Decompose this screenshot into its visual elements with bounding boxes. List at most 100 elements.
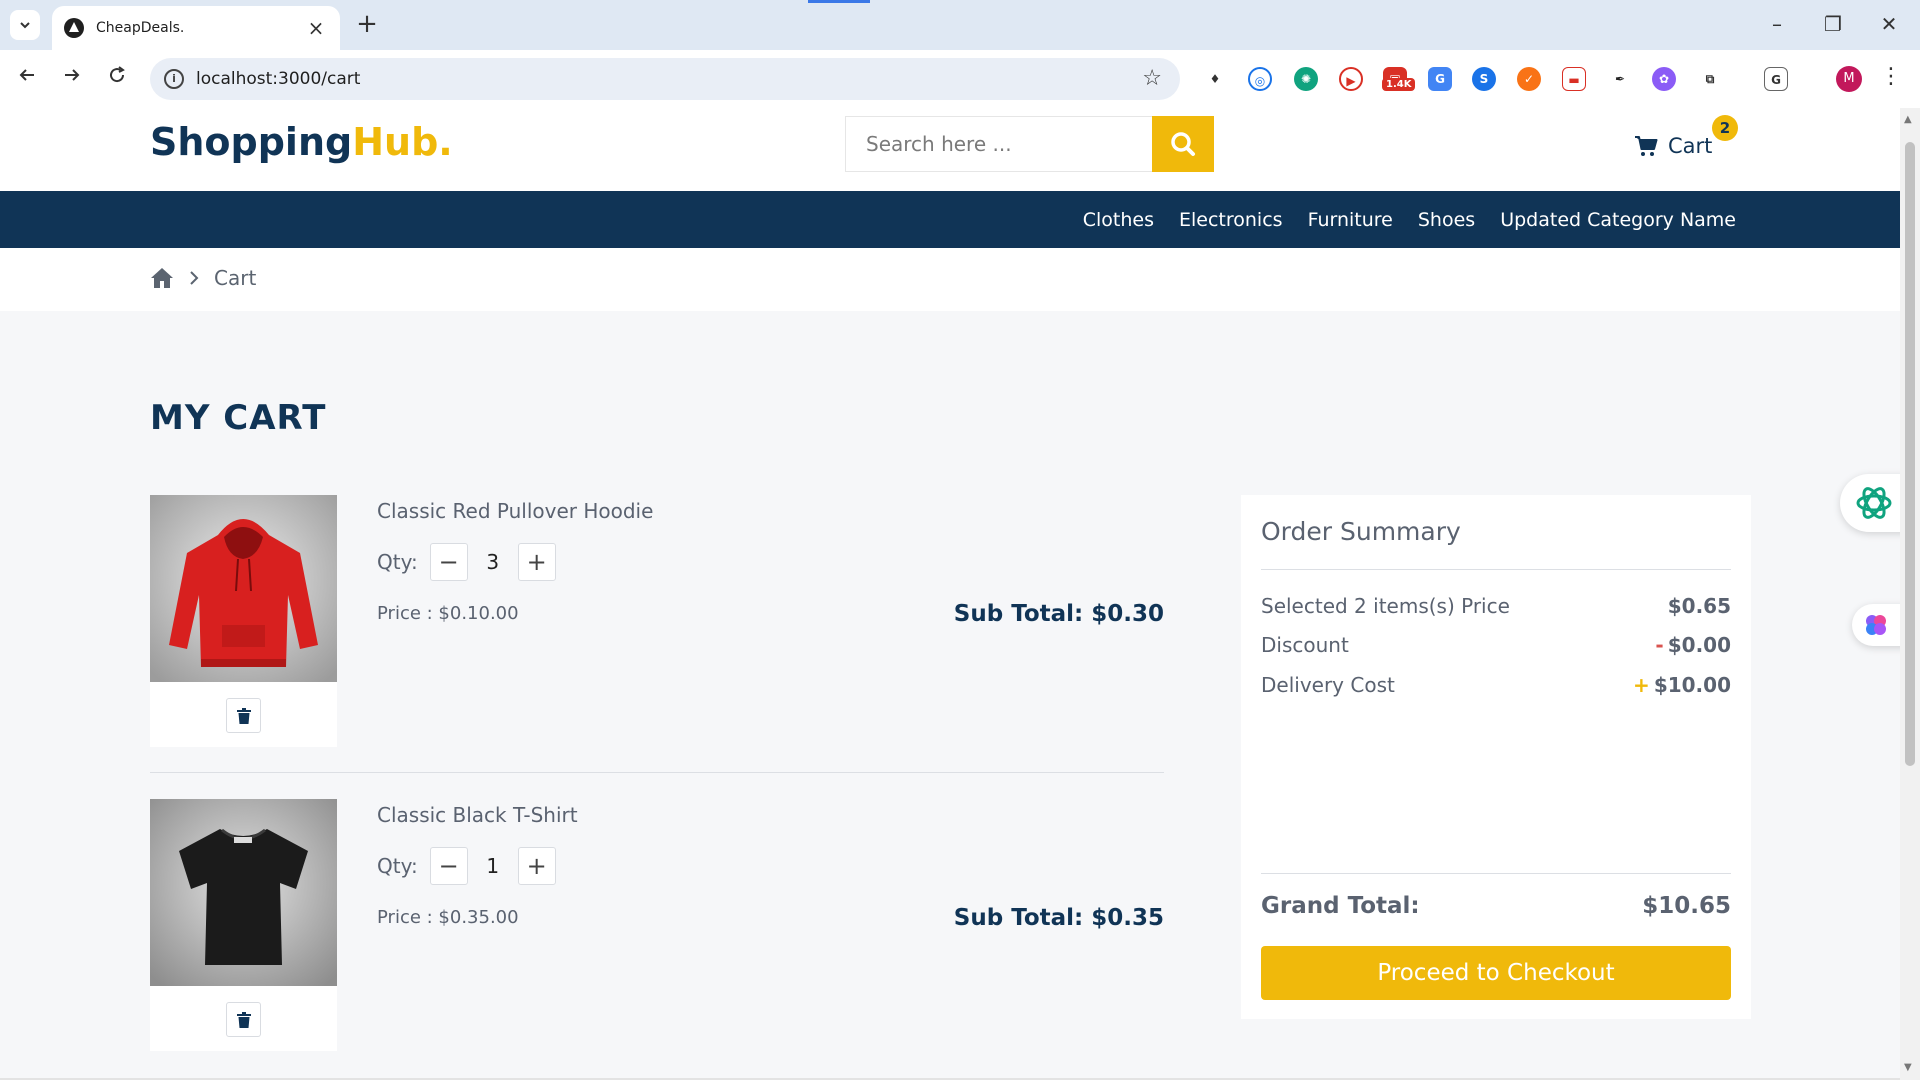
cart-item: Classic Red Pullover Hoodie Qty: − 3 + P… (150, 495, 1164, 749)
extension-record-icon[interactable]: ▶ (1339, 67, 1363, 91)
unit-price: Price : $0.35.00 (377, 907, 519, 928)
assistant-widget[interactable] (1840, 474, 1900, 532)
grand-total-value: $10.65 (1642, 893, 1731, 919)
delivery-sign: + (1633, 673, 1650, 697)
summary-row-delivery: Delivery Cost + $10.00 (1261, 673, 1731, 697)
minimize-button[interactable]: – (1754, 6, 1800, 42)
site-logo[interactable]: ShoppingHub. (150, 120, 453, 164)
extensions-puzzle-icon[interactable]: ⧉ (1698, 67, 1722, 91)
bookmark-star-icon[interactable]: ☆ (1142, 66, 1162, 91)
trash-icon (236, 707, 251, 724)
forward-button[interactable] (55, 62, 89, 96)
decrease-qty-button[interactable]: − (429, 847, 468, 885)
address-bar[interactable]: i localhost:3000/cart ☆ (150, 58, 1180, 100)
item-subtotal: Sub Total: $0.35 (953, 905, 1164, 931)
page-viewport: ShoppingHub. Search here ... Cart 2 Clot… (0, 108, 1900, 1080)
quantity-stepper: Qty: − 3 + (377, 543, 556, 581)
back-button[interactable] (10, 62, 44, 96)
quantity-stepper: Qty: − 1 + (377, 847, 556, 885)
grand-total-row: Grand Total: $10.65 (1261, 893, 1731, 919)
logo-part-1: Shopping (150, 120, 353, 164)
cart-count-badge: 2 (1712, 115, 1738, 141)
summary-row-discount: Discount - $0.00 (1261, 633, 1731, 657)
logo-part-2: Hub. (352, 120, 453, 164)
extension-chatgpt-icon[interactable]: ✺ (1294, 67, 1318, 91)
search-button[interactable] (1152, 116, 1214, 172)
home-icon[interactable] (150, 267, 174, 289)
scroll-down-icon[interactable]: ▼ (1904, 1062, 1912, 1073)
restore-button[interactable]: ❐ (1810, 6, 1856, 42)
nav-item-updated-category[interactable]: Updated Category Name (1500, 209, 1736, 231)
close-window-button[interactable]: ✕ (1866, 6, 1912, 42)
decrease-qty-button[interactable]: − (429, 543, 468, 581)
product-name[interactable]: Classic Black T-Shirt (377, 803, 578, 827)
browser-tab[interactable]: CheapDeals. × (52, 6, 340, 50)
nav-item-clothes[interactable]: Clothes (1083, 209, 1154, 231)
brain-widget[interactable] (1852, 604, 1900, 646)
breadcrumb-bar: Cart (0, 248, 1900, 311)
search-input[interactable]: Search here ... (845, 116, 1153, 172)
page-title: MY CART (150, 398, 327, 438)
extension-orange-icon[interactable]: ✓ (1517, 67, 1541, 91)
arrow-right-icon (65, 69, 80, 81)
summary-row-label: Selected 2 items(s) Price (1261, 594, 1510, 618)
summary-row-value: $10.00 (1653, 673, 1731, 697)
extension-lens-icon[interactable]: ◎ (1248, 67, 1272, 91)
nav-item-electronics[interactable]: Electronics (1179, 209, 1283, 231)
scrollbar-thumb[interactable] (1905, 142, 1915, 766)
close-tab-icon[interactable]: × (304, 16, 328, 40)
proceed-to-checkout-button[interactable]: Proceed to Checkout (1261, 946, 1731, 1000)
tab-title: CheapDeals. (96, 20, 185, 36)
unit-price: Price : $0.10.00 (377, 603, 519, 624)
browser-menu-icon[interactable]: ⋮ (1880, 64, 1902, 89)
breadcrumb: Cart (150, 266, 256, 290)
nav-item-shoes[interactable]: Shoes (1418, 209, 1475, 231)
site-info-icon[interactable]: i (164, 69, 184, 89)
profile-avatar[interactable]: M (1836, 66, 1862, 92)
cart-label: Cart (1668, 134, 1713, 158)
remove-item-button[interactable] (226, 1002, 261, 1037)
extension-wallet-icon[interactable]: ♦ (1203, 67, 1227, 91)
nav-item-furniture[interactable]: Furniture (1308, 209, 1393, 231)
extension-pdf-icon[interactable]: ▬ (1562, 67, 1586, 91)
openai-icon (1856, 487, 1892, 519)
chevron-right-icon (190, 271, 199, 285)
remove-item-button[interactable] (226, 698, 261, 733)
product-name[interactable]: Classic Red Pullover Hoodie (377, 499, 653, 523)
new-tab-button[interactable]: + (352, 10, 382, 40)
qty-value: 3 (486, 550, 500, 574)
discount-sign: - (1655, 633, 1664, 657)
cart-item-media (150, 495, 337, 747)
loading-indicator (808, 0, 870, 3)
increase-qty-button[interactable]: + (517, 847, 556, 885)
search-icon (1171, 132, 1195, 156)
tab-search-button[interactable] (10, 10, 40, 40)
reload-icon (110, 66, 125, 83)
extension-translate-icon[interactable]: G (1428, 67, 1452, 91)
increase-qty-button[interactable]: + (517, 543, 556, 581)
qty-label: Qty: (377, 854, 418, 878)
page-scrollbar[interactable]: ▲ ▼ (1900, 108, 1920, 1080)
extension-brain-icon[interactable]: ✿ (1652, 67, 1676, 91)
reload-button[interactable] (100, 62, 134, 96)
trash-icon (236, 1011, 251, 1028)
scroll-up-icon[interactable]: ▲ (1904, 114, 1912, 125)
extension-badge: 1.4K (1382, 78, 1416, 91)
qty-value: 1 (486, 854, 500, 878)
category-navbar: Clothes Electronics Furniture Shoes Upda… (0, 191, 1900, 248)
grand-total-label: Grand Total: (1261, 893, 1420, 919)
item-divider (150, 772, 1164, 773)
site-header: ShoppingHub. Search here ... Cart 2 (0, 108, 1900, 191)
chevron-down-icon (20, 22, 30, 29)
qty-label: Qty: (377, 550, 418, 574)
product-image-red-hoodie[interactable] (150, 495, 337, 682)
extension-shazam-icon[interactable]: S (1472, 67, 1496, 91)
product-image-black-tshirt[interactable] (150, 799, 337, 986)
translate-page-icon[interactable]: G (1764, 67, 1788, 91)
brain-icon (1866, 615, 1886, 635)
summary-row-value: $0.00 (1667, 633, 1731, 657)
cart-link[interactable]: Cart (1634, 126, 1712, 166)
extension-eyedropper-icon[interactable]: ✒ (1608, 67, 1632, 91)
browser-tabstrip: CheapDeals. × + – ❐ ✕ (0, 0, 1920, 50)
cart-item-media (150, 799, 337, 1051)
